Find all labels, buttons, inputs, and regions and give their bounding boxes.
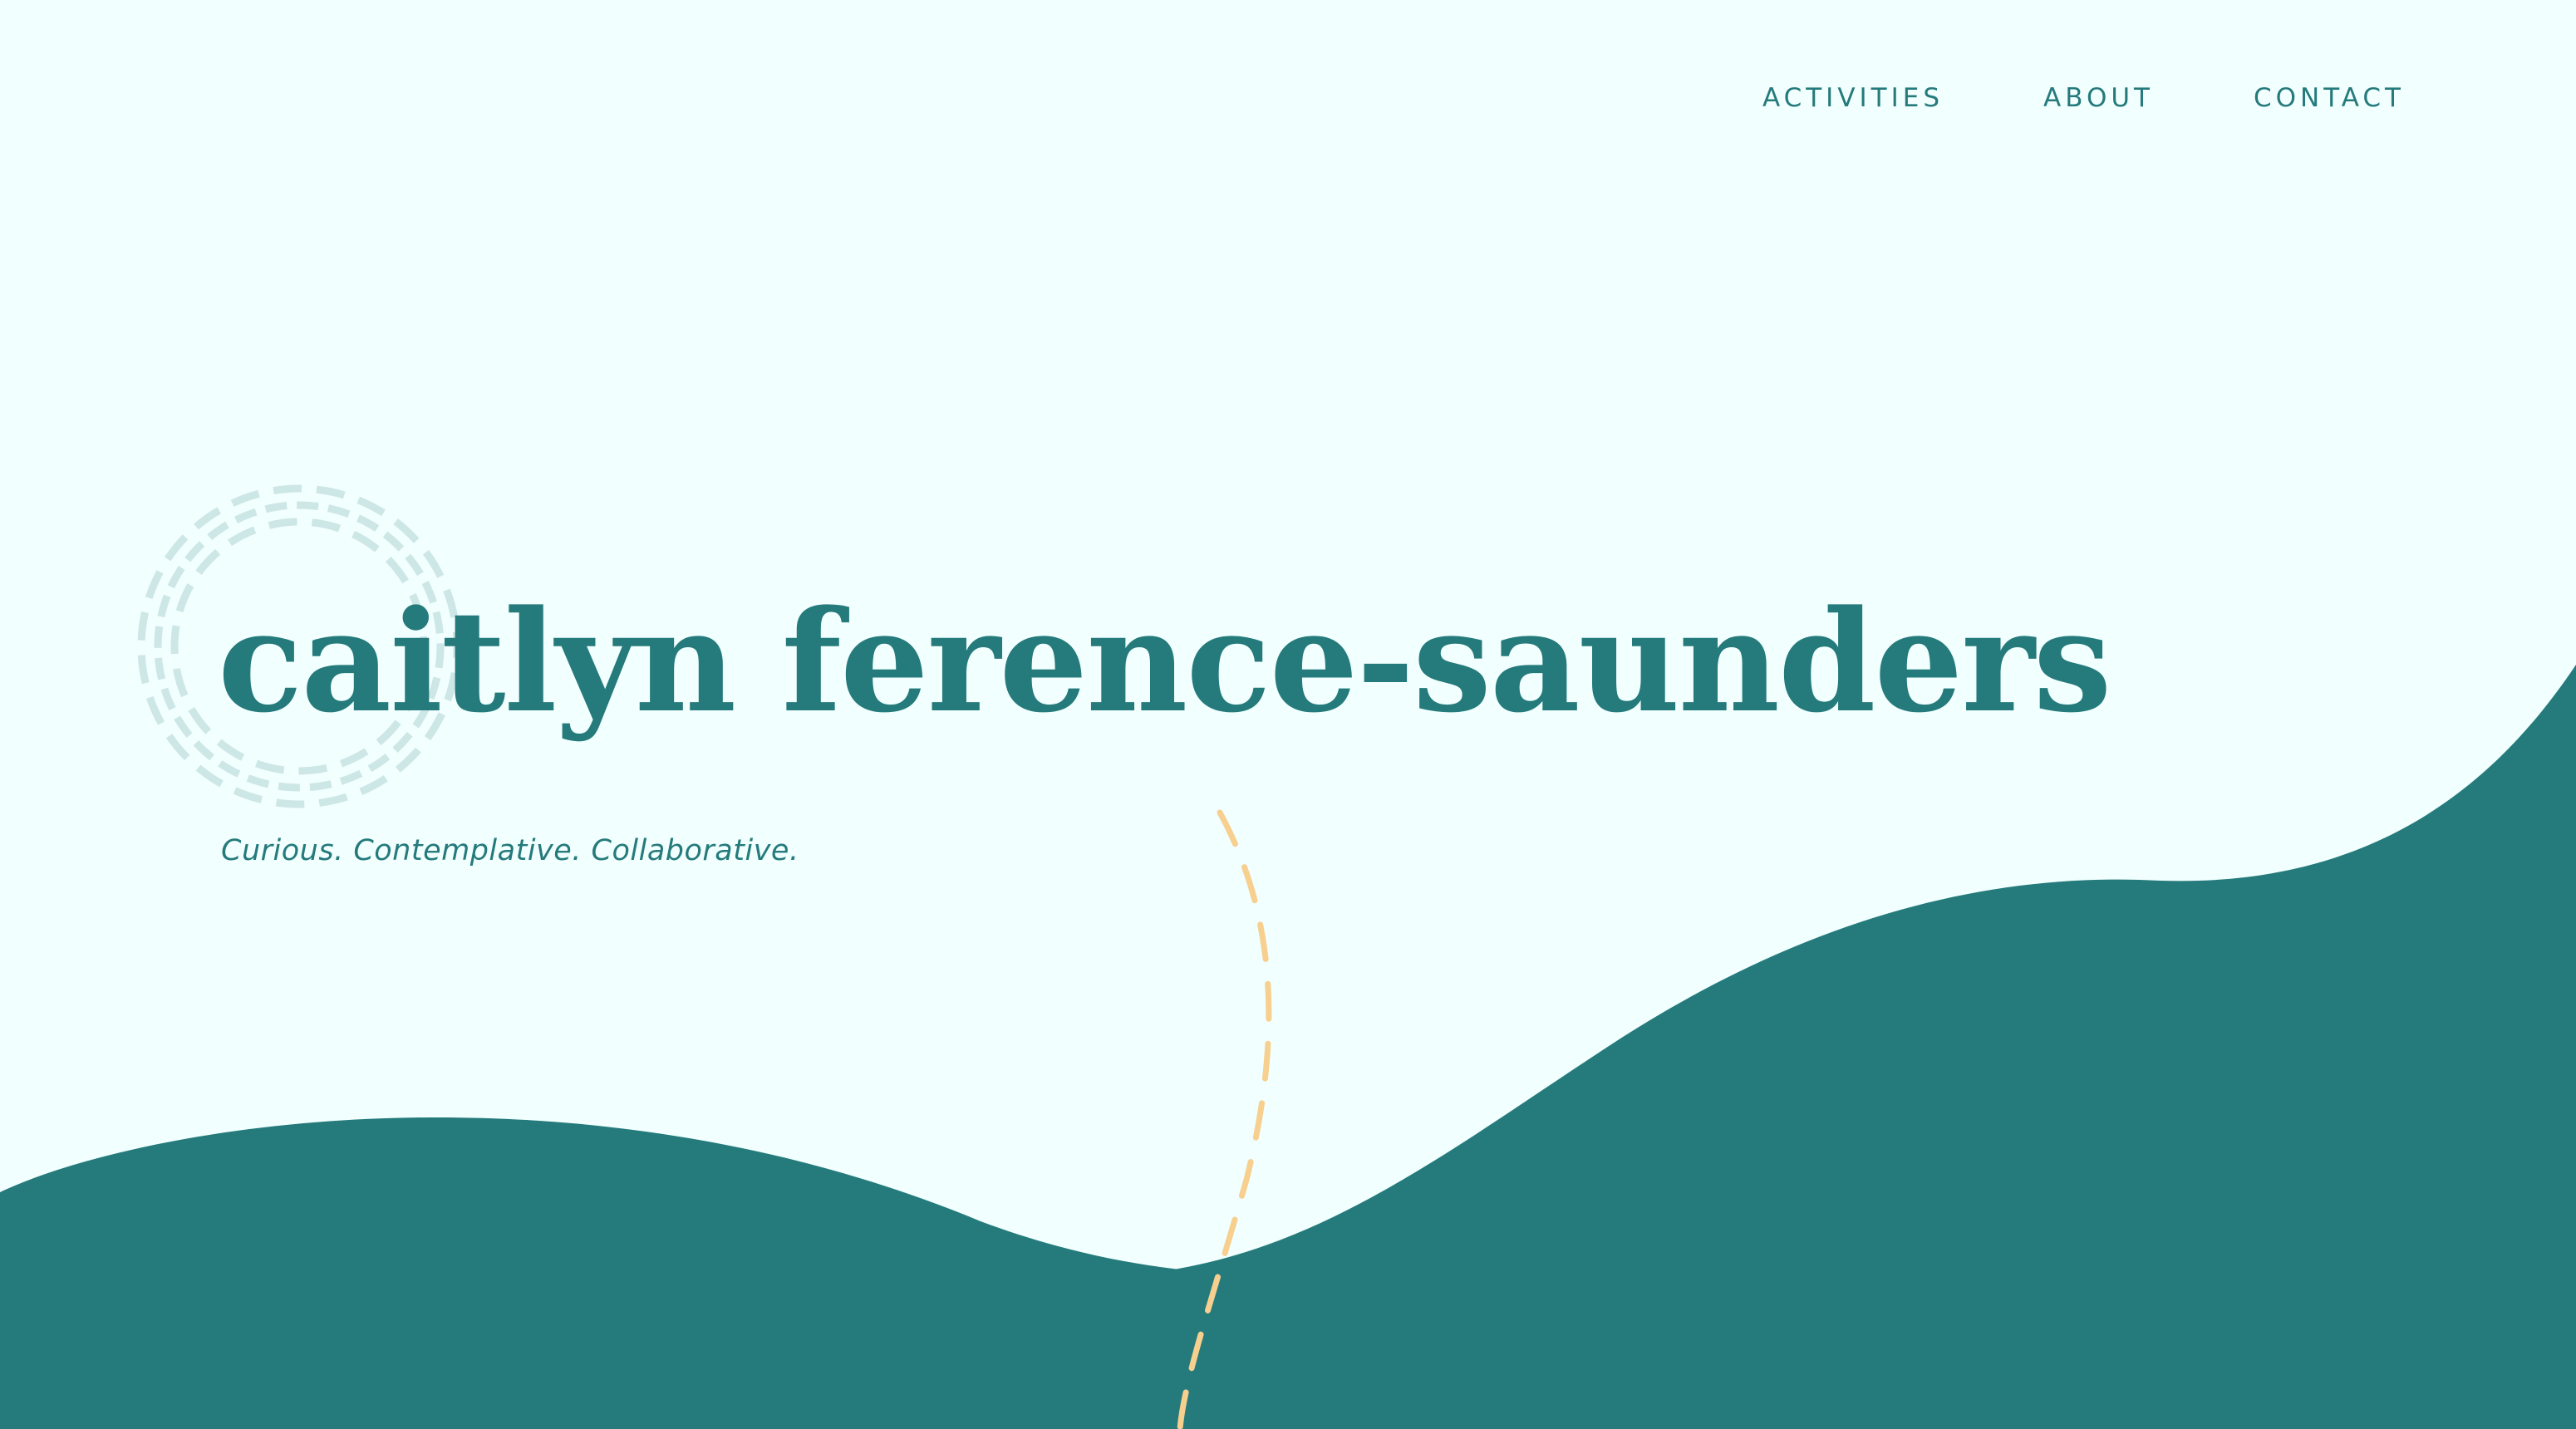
nav-activities[interactable]: ACTIVITIES bbox=[1762, 83, 1944, 113]
hero-tagline: Curious. Contemplative. Collaborative. bbox=[221, 834, 799, 867]
nav-about[interactable]: ABOUT bbox=[2043, 83, 2154, 113]
wave-right-shape bbox=[1080, 665, 2576, 1429]
hero-title: caitlyn ference-saunders bbox=[218, 579, 2111, 744]
nav-contact[interactable]: CONTACT bbox=[2254, 83, 2405, 113]
main-nav: ACTIVITIES ABOUT CONTACT bbox=[1762, 83, 2405, 113]
